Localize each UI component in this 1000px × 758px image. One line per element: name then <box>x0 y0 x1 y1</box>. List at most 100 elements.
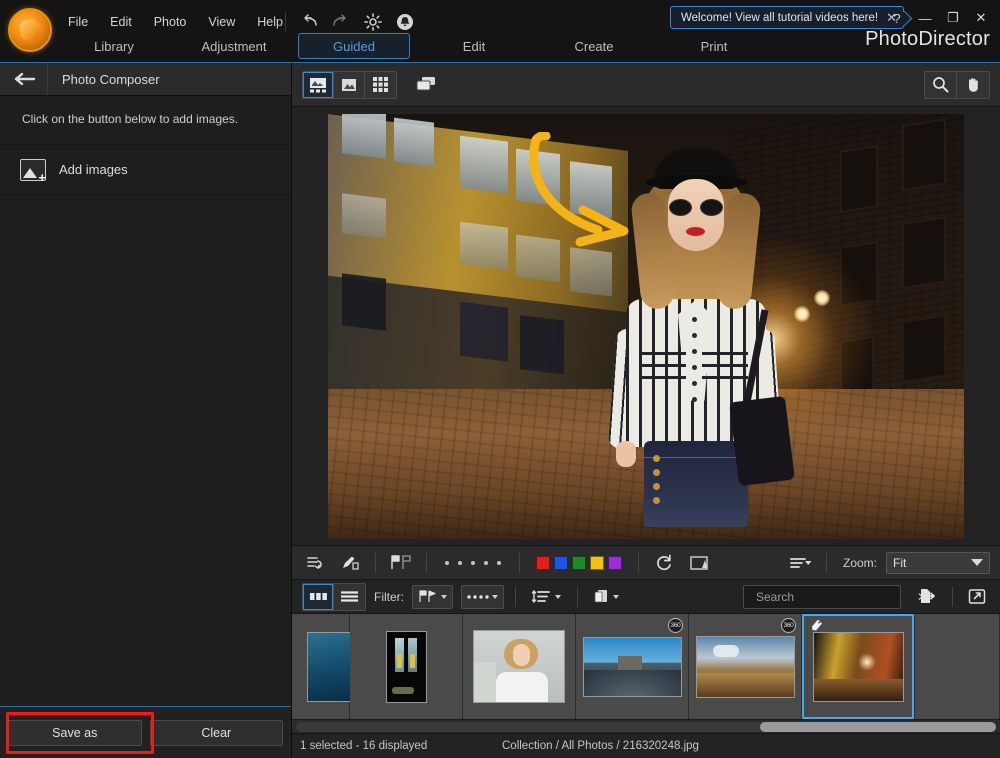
add-image-icon <box>20 158 46 184</box>
shorts-button-2 <box>653 468 660 476</box>
divider <box>952 586 953 607</box>
list-item-empty[interactable] <box>915 614 1000 719</box>
search-box[interactable]: ✕ <box>743 584 927 609</box>
zoom-tool-icon[interactable] <box>925 71 957 98</box>
zoom-dropdown[interactable]: Fit <box>886 551 990 574</box>
open-external-icon[interactable] <box>964 585 990 609</box>
color-label-swatches <box>532 555 626 570</box>
rating-dot-5[interactable] <box>497 560 501 565</box>
thumb-360-canyon <box>695 635 795 698</box>
hand-tool-icon[interactable] <box>957 71 989 98</box>
color-label-green[interactable] <box>572 555 586 570</box>
flag-filter-icon[interactable] <box>412 584 453 609</box>
chevron-down-icon <box>492 594 498 599</box>
divider <box>426 552 427 573</box>
divider <box>515 586 516 607</box>
scrollbar-thumb[interactable] <box>760 722 996 732</box>
rating-dot-1[interactable] <box>445 560 449 565</box>
rating-filter-icon[interactable] <box>461 584 504 609</box>
divider <box>285 12 286 32</box>
panel-empty-area <box>0 195 291 706</box>
filmstrip-view-toggle <box>302 582 366 611</box>
filter-label: Filter: <box>374 589 404 604</box>
rotate-list-icon[interactable] <box>302 551 328 575</box>
view-mode-group <box>302 70 397 99</box>
thumb-street-night <box>812 631 904 702</box>
close-button[interactable]: ✕ <box>968 6 994 30</box>
tab-guided[interactable]: Guided <box>298 33 410 59</box>
rating-dot-2[interactable] <box>458 560 462 565</box>
add-images-button[interactable]: Add images <box>0 145 291 195</box>
tutorial-callout[interactable]: Welcome! View all tutorial videos here! … <box>670 6 904 29</box>
tag-icon <box>811 618 823 631</box>
export-icon[interactable] <box>915 585 941 609</box>
divider <box>519 552 520 573</box>
list-item[interactable] <box>802 614 915 719</box>
window-controls: ? — ❐ ✕ <box>884 6 994 30</box>
clear-button[interactable]: Clear <box>149 719 283 746</box>
back-arrow-icon[interactable] <box>0 63 48 95</box>
color-label-purple[interactable] <box>608 555 622 570</box>
photo-street-lamp-1 <box>794 305 810 322</box>
list-item[interactable] <box>463 614 576 719</box>
filmstrip[interactable]: 360 360 <box>292 613 1000 719</box>
collection-path: Collection / All Photos / 216320248.jpg <box>502 740 699 752</box>
compare-view-icon[interactable] <box>411 72 441 98</box>
compare-split-icon[interactable] <box>686 551 712 575</box>
minimize-button[interactable]: — <box>912 6 938 30</box>
thumb-dark-window <box>385 630 427 703</box>
edit-pen-icon[interactable] <box>337 551 363 575</box>
rating-dot-4[interactable] <box>484 560 488 565</box>
color-label-yellow[interactable] <box>590 555 604 570</box>
tab-print[interactable]: Print <box>658 33 770 59</box>
divider <box>825 552 827 573</box>
subject-shirt-pocket-left <box>640 344 686 379</box>
tab-adjustment[interactable]: Adjustment <box>178 33 290 59</box>
thumbnail-list-view-button[interactable] <box>303 583 334 610</box>
yellow-curved-arrow-annotation <box>528 130 658 254</box>
search-input[interactable] <box>756 589 911 604</box>
canvas-tools-group <box>924 70 990 99</box>
subject-hand-left <box>616 440 636 467</box>
save-as-button[interactable]: Save as <box>8 719 142 746</box>
tab-create[interactable]: Create <box>538 33 650 59</box>
sort-menu-icon[interactable] <box>788 551 814 575</box>
panel-hint-text: Click on the button below to add images. <box>0 96 291 145</box>
refresh-icon[interactable] <box>651 551 677 575</box>
subject-denim-shorts <box>644 440 748 527</box>
help-button[interactable]: ? <box>884 6 910 30</box>
single-photo-view-button[interactable] <box>334 71 365 98</box>
zoom-value: Fit <box>893 555 907 570</box>
list-item[interactable] <box>350 614 463 719</box>
panel-header: Photo Composer <box>0 63 291 96</box>
filmstrip-scrollbar[interactable] <box>292 719 1000 733</box>
grid-view-button[interactable] <box>365 71 396 98</box>
shorts-button-3 <box>653 482 660 490</box>
color-label-red[interactable] <box>536 555 550 570</box>
tab-library[interactable]: Library <box>58 33 170 59</box>
detail-list-view-button[interactable] <box>334 583 365 610</box>
tab-edit[interactable]: Edit <box>418 33 530 59</box>
photo-canvas[interactable] <box>292 107 1000 545</box>
rating-dots[interactable] <box>439 560 507 565</box>
app-logo-icon <box>8 8 52 52</box>
color-label-blue[interactable] <box>554 555 568 570</box>
list-item[interactable] <box>292 614 351 719</box>
list-item[interactable]: 360 <box>576 614 689 719</box>
maximize-button[interactable]: ❐ <box>940 6 966 30</box>
panel-footer: Save as Clear <box>0 706 291 758</box>
main-photo <box>328 113 964 539</box>
list-item[interactable]: 360 <box>689 614 802 719</box>
subject-sunglasses <box>668 198 724 216</box>
chevron-down-icon <box>971 559 983 566</box>
stack-icon[interactable] <box>589 585 624 609</box>
shorts-button-4 <box>653 496 660 504</box>
divider <box>577 586 578 607</box>
flag-icon[interactable] <box>388 551 414 575</box>
photo-street-lamp-2 <box>814 289 830 306</box>
rating-dot-3[interactable] <box>471 560 475 565</box>
filmstrip-view-button[interactable] <box>303 71 334 98</box>
module-tabs: Library Adjustment Guided Edit Create Pr… <box>58 30 1000 62</box>
add-images-label: Add images <box>59 162 128 177</box>
sort-order-icon[interactable] <box>527 585 566 609</box>
